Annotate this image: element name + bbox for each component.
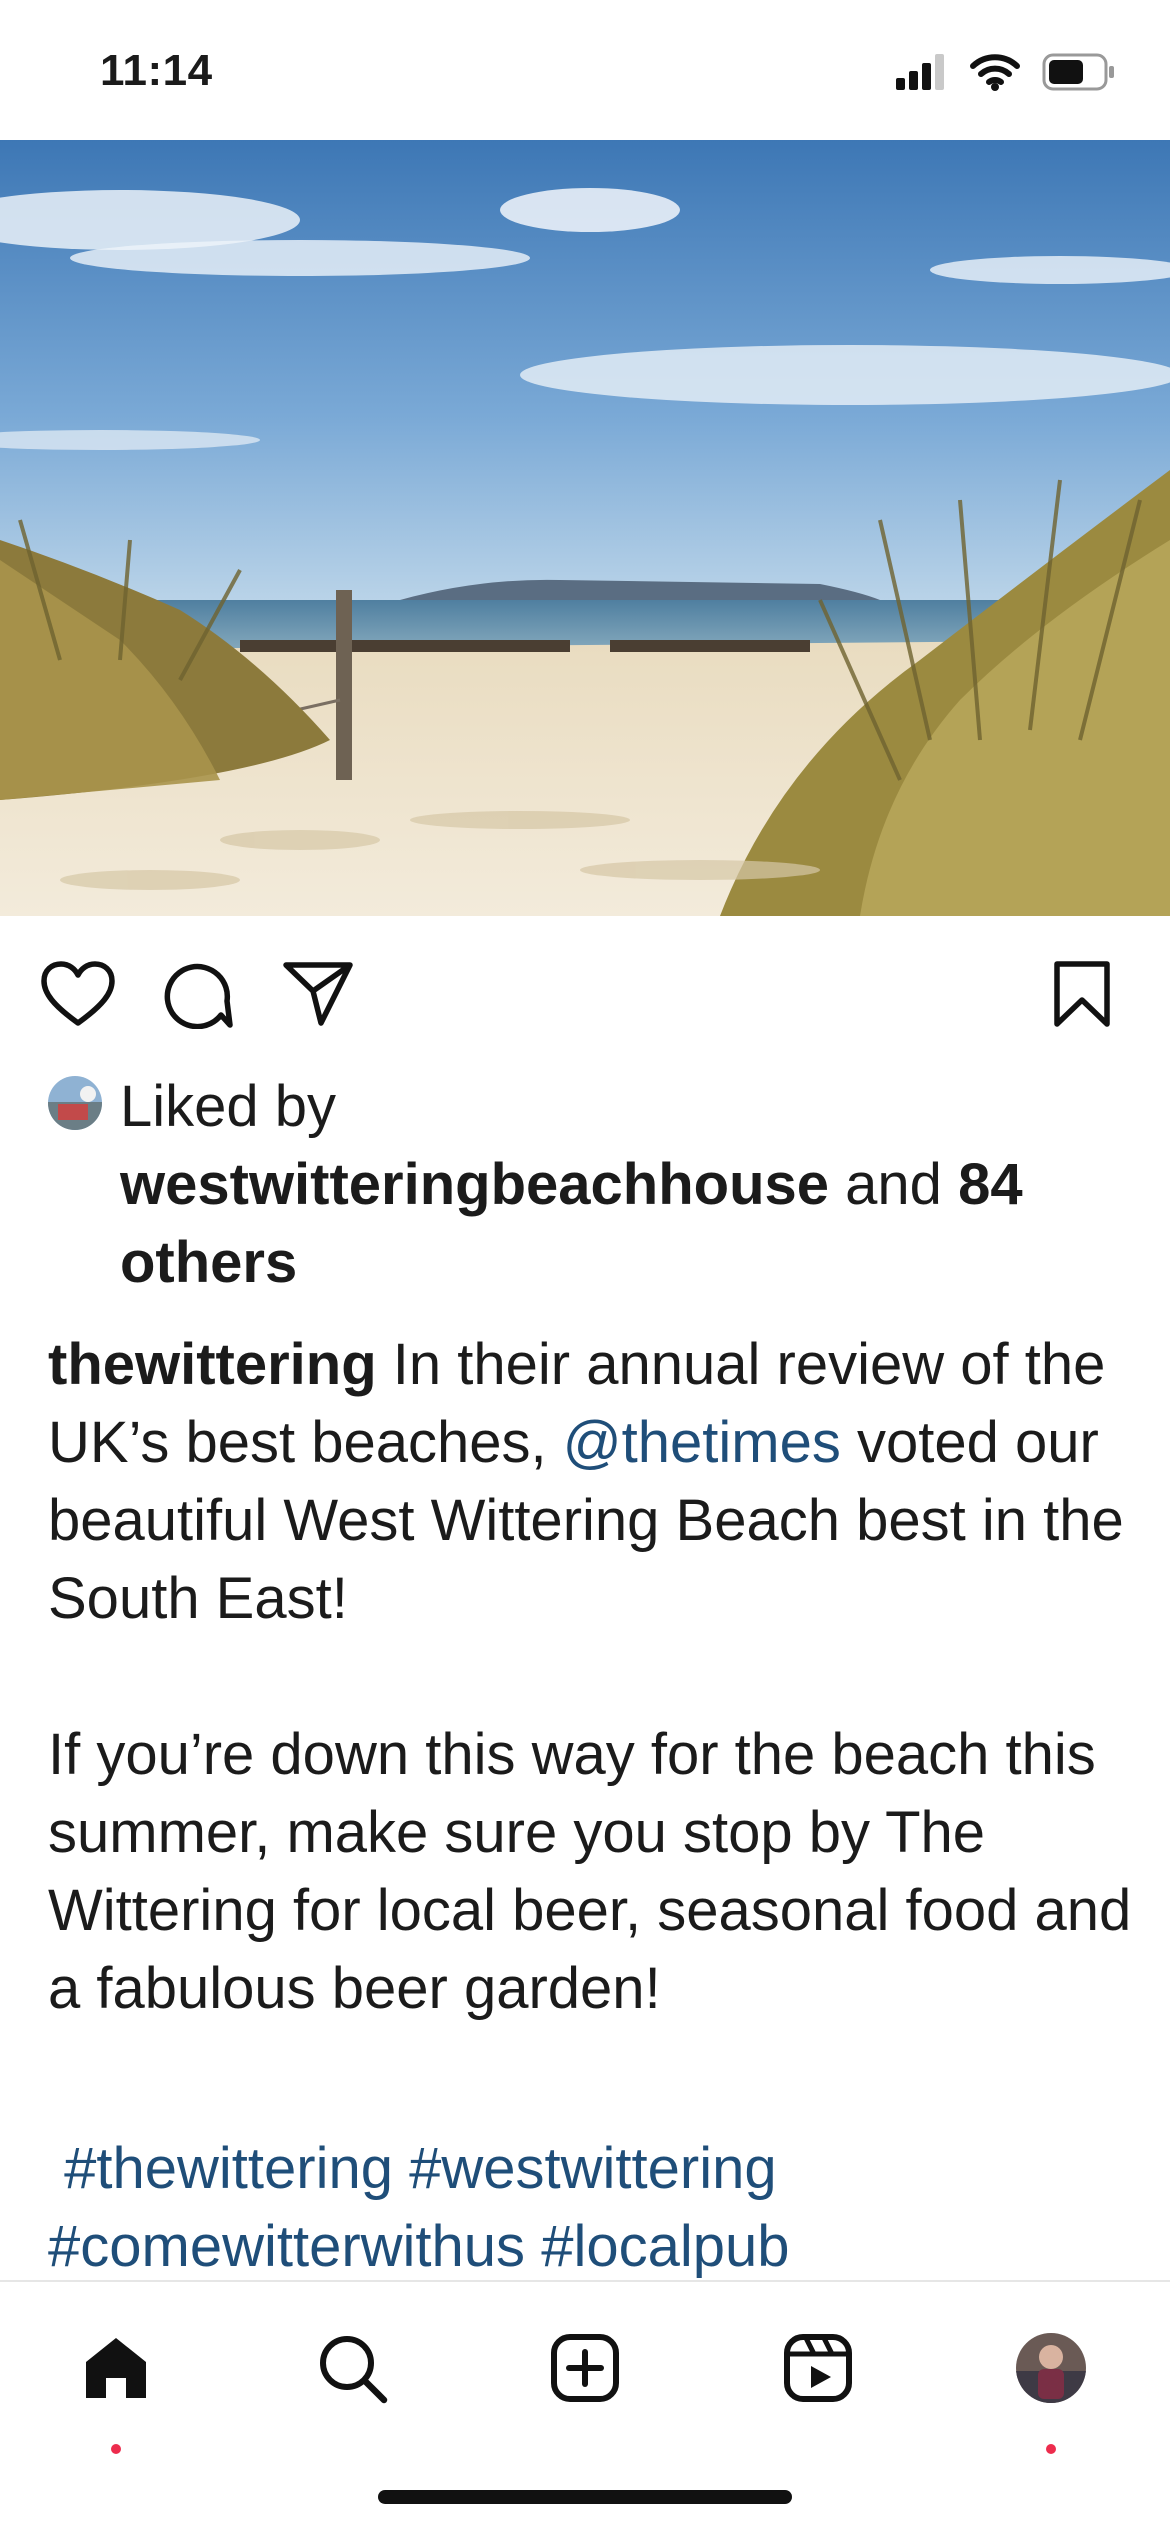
home-icon[interactable] <box>66 2318 166 2418</box>
liker-username[interactable]: westwitteringbeachhouse <box>120 1152 829 1217</box>
likes-text: Liked by westwitteringbeachhouse and 84 … <box>120 1068 1138 1302</box>
hashtags: #thewittering #westwittering #comewitter… <box>48 2130 1138 2286</box>
signal-icon <box>896 53 948 95</box>
liker-avatar[interactable] <box>48 1076 102 1130</box>
create-icon[interactable] <box>535 2318 635 2418</box>
heart-icon[interactable] <box>36 952 120 1036</box>
hashtag-link[interactable]: #localpub <box>541 2214 789 2279</box>
hashtag-link[interactable]: #comewitterwithus <box>48 2214 525 2279</box>
status-time: 11:14 <box>100 46 213 95</box>
send-icon[interactable] <box>276 952 360 1036</box>
wifi-icon <box>970 53 1020 96</box>
reels-icon[interactable] <box>768 2318 868 2418</box>
home-notification-dot <box>111 2444 121 2454</box>
hashtag-link[interactable]: #thewittering <box>64 2136 393 2201</box>
battery-icon <box>1042 53 1116 96</box>
hashtag-link[interactable]: #westwittering <box>409 2136 776 2201</box>
post-image[interactable] <box>0 140 1170 916</box>
likes-prefix: Liked by <box>120 1074 337 1139</box>
bookmark-icon[interactable] <box>1040 952 1124 1036</box>
status-bar: 11:14 <box>0 0 1170 140</box>
comment-icon[interactable] <box>156 952 240 1036</box>
caption-paragraph-2: If you’re down this way for the beach th… <box>48 1722 1132 2021</box>
home-indicator[interactable] <box>378 2490 792 2504</box>
caption-username[interactable]: thewittering <box>48 1332 377 1397</box>
profile-notification-dot <box>1046 2444 1056 2454</box>
profile-avatar[interactable] <box>1001 2318 1101 2418</box>
mention-link[interactable]: @thetimes <box>563 1410 841 1475</box>
post-actions <box>0 916 1170 1056</box>
likes-row[interactable]: Liked by westwitteringbeachhouse and 84 … <box>48 1068 1138 1302</box>
status-icons <box>896 52 1116 96</box>
search-icon[interactable] <box>302 2318 402 2418</box>
post-caption: thewittering In their annual review of t… <box>48 1326 1138 2028</box>
likes-joiner: and <box>845 1152 942 1217</box>
